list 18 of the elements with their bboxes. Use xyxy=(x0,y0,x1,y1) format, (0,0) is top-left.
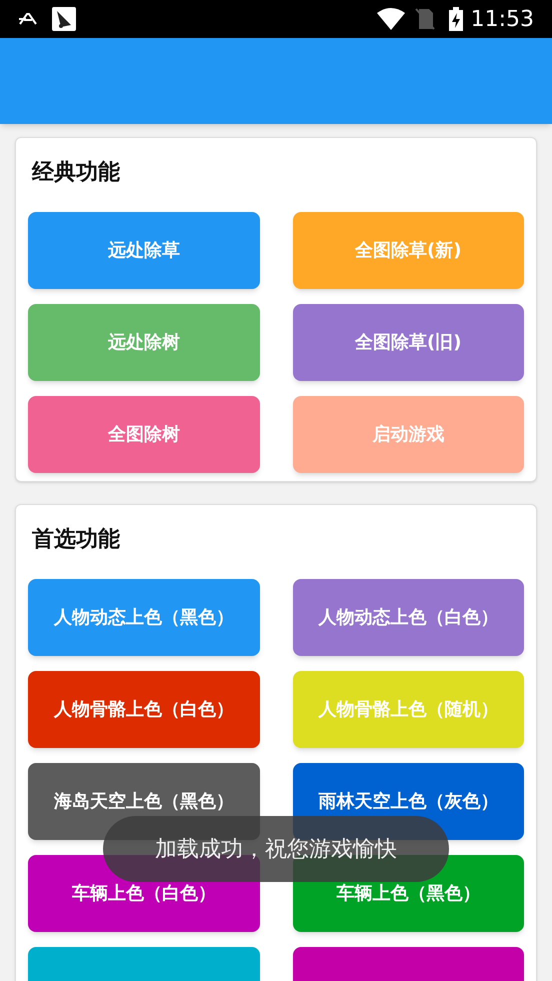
section-title: 首选功能 xyxy=(32,526,121,554)
function-button[interactable]: 人物动态上色（黑色） xyxy=(28,579,260,656)
function-button[interactable]: 全图除草(新) xyxy=(292,212,524,289)
text-icon xyxy=(18,12,38,26)
battery-charging-icon xyxy=(448,7,463,31)
clock-time: 11:53 xyxy=(470,6,534,34)
function-button[interactable]: 远处除草 xyxy=(28,212,260,289)
function-button[interactable]: 远处除树 xyxy=(28,304,260,381)
function-button[interactable]: 全图除树 xyxy=(28,396,260,473)
app-icon xyxy=(52,7,76,31)
function-button[interactable]: 启动游戏 xyxy=(292,396,524,473)
section-title: 经典功能 xyxy=(32,159,121,187)
toast-message: 加载成功，祝您游戏愉快 xyxy=(103,816,449,882)
function-button[interactable]: 人物骨骼上色（白色） xyxy=(28,671,260,748)
function-button[interactable]: 全图除草(旧) xyxy=(292,304,524,381)
wifi-icon xyxy=(376,8,405,30)
function-button[interactable]: 人物动态上色（白色） xyxy=(292,579,524,656)
no-sim-icon xyxy=(414,8,435,30)
